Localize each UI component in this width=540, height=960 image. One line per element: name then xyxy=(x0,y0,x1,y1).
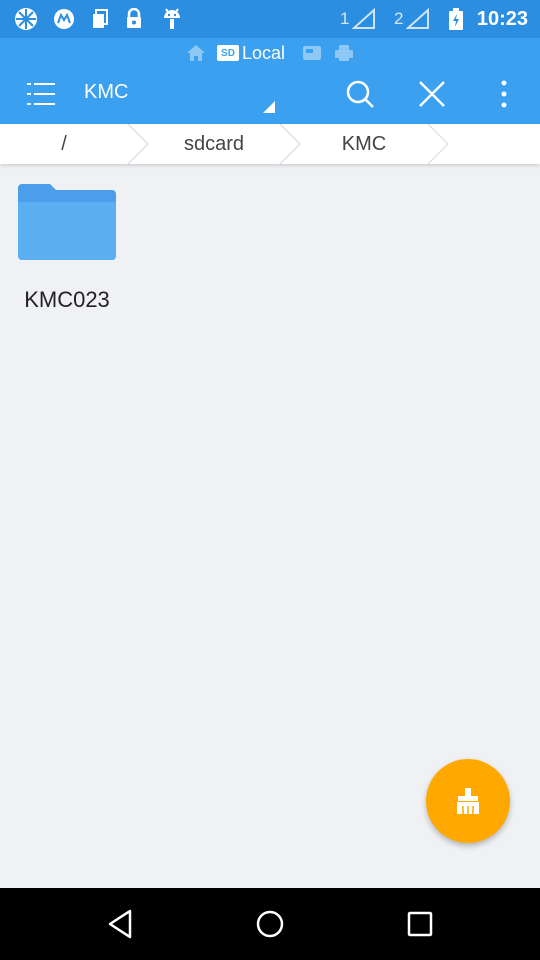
folder-item[interactable]: KMC023 xyxy=(10,180,124,312)
search-button[interactable] xyxy=(340,74,380,114)
clock: 10:23 xyxy=(476,8,528,30)
back-button[interactable] xyxy=(100,904,140,944)
signal-sim2-icon xyxy=(406,7,430,31)
doc-icon xyxy=(88,7,112,31)
sim1-label: 1 xyxy=(340,9,350,28)
pinwheel-icon xyxy=(14,7,38,31)
title-dropdown-icon[interactable] xyxy=(263,101,275,113)
breadcrumb-sdcard[interactable]: sdcard xyxy=(148,124,280,164)
recents-icon xyxy=(407,911,433,937)
more-options-button[interactable] xyxy=(484,74,524,114)
android-icon xyxy=(160,7,184,31)
local-storage-tab[interactable]: SD Local xyxy=(217,43,285,63)
broom-icon xyxy=(457,788,479,814)
location-row: SD Local xyxy=(0,40,540,66)
home-location-icon[interactable] xyxy=(186,43,206,63)
printer-location-icon[interactable] xyxy=(334,43,354,63)
close-icon xyxy=(419,81,445,107)
battery-icon xyxy=(444,7,468,31)
page-title[interactable]: KMC xyxy=(84,81,128,104)
local-label: Local xyxy=(242,42,286,63)
status-bar: 1 2 10:23 xyxy=(0,0,540,38)
motorola-icon xyxy=(52,7,76,31)
home-icon xyxy=(256,910,284,938)
signal-sim1-icon xyxy=(352,7,376,31)
search-icon xyxy=(346,80,374,108)
breadcrumb-separator-icon xyxy=(427,124,450,164)
sd-card-icon: SD xyxy=(217,45,239,61)
folder-icon xyxy=(18,184,116,260)
breadcrumb-root[interactable]: / xyxy=(0,124,128,164)
close-button[interactable] xyxy=(412,74,452,114)
clean-button[interactable] xyxy=(426,759,510,843)
navigation-bar xyxy=(0,888,540,960)
lock-icon xyxy=(122,7,146,31)
menu-button[interactable] xyxy=(22,74,62,114)
back-icon xyxy=(108,909,132,939)
app-bar: SD Local KMC xyxy=(0,38,540,124)
sim2-label: 2 xyxy=(394,9,404,28)
more-vert-icon xyxy=(501,80,507,108)
breadcrumb: / sdcard KMC xyxy=(0,124,540,164)
home-button[interactable] xyxy=(250,904,290,944)
breadcrumb-kmc[interactable]: KMC xyxy=(300,124,428,164)
network-location-icon[interactable] xyxy=(302,43,322,63)
recents-button[interactable] xyxy=(400,904,440,944)
menu-icon xyxy=(27,83,55,105)
sd-chip-text: SD xyxy=(221,47,235,59)
folder-name: KMC023 xyxy=(24,287,110,312)
